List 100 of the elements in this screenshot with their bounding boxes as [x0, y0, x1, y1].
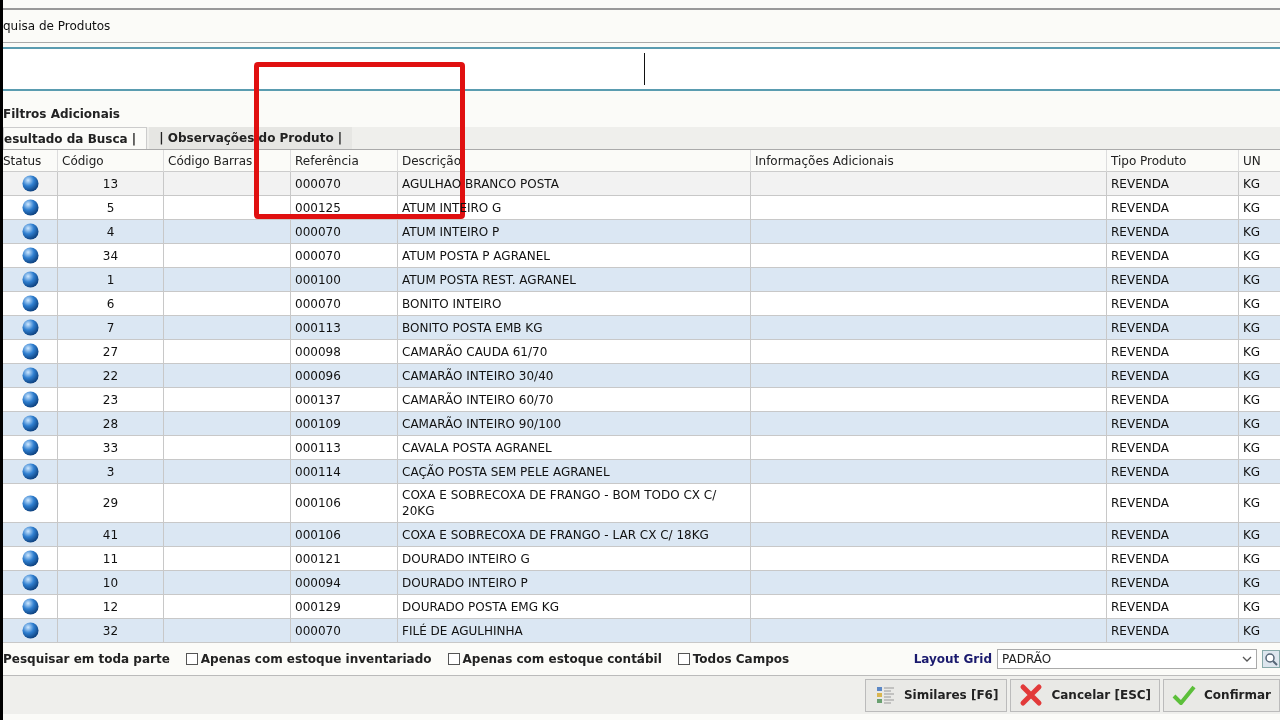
- table-cell: REVENDA: [1111, 272, 1169, 287]
- table-cell: KG: [1243, 176, 1261, 191]
- table-row[interactable]: 10 000094 DOURADO INTEIRO P REVENDA KG: [3, 571, 1280, 595]
- globe-icon: [21, 319, 39, 336]
- table-cell: CAVALA POSTA AGRANEL: [402, 439, 552, 456]
- layout-dropdown[interactable]: PADRÃO: [997, 649, 1257, 669]
- table-cell: 32: [102, 623, 119, 638]
- checkbox-label[interactable]: Apenas com estoque contábil: [462, 652, 662, 666]
- table-cell: REVENDA: [1111, 496, 1169, 510]
- checkbox-label[interactable]: Todos Campos: [692, 652, 790, 666]
- table-cell: 000113: [295, 320, 341, 335]
- table-cell: KG: [1243, 464, 1261, 479]
- column-header[interactable]: UN: [1238, 150, 1280, 172]
- table-cell: DOURADO INTEIRO P: [402, 574, 528, 591]
- table-row[interactable]: 33 000113 CAVALA POSTA AGRANEL REVENDA KG: [3, 436, 1280, 460]
- confirm-button[interactable]: Confirmar: [1163, 678, 1280, 712]
- table-row[interactable]: 4 000070 ATUM INTEIRO P REVENDA KG: [3, 220, 1280, 244]
- table-cell: 000070: [295, 248, 341, 263]
- table-cell: KG: [1243, 368, 1261, 383]
- column-header[interactable]: Código Barras: [163, 150, 290, 172]
- table-cell: REVENDA: [1111, 551, 1169, 566]
- table-cell: 000070: [295, 176, 341, 191]
- globe-icon: [21, 223, 39, 240]
- globe-icon: [21, 526, 39, 543]
- table-cell: CAMARÃO INTEIRO 60/70: [402, 391, 554, 408]
- table-cell: REVENDA: [1111, 368, 1169, 383]
- table-cell: 6: [106, 296, 115, 311]
- close-icon: [1019, 683, 1044, 707]
- table-cell: 23: [102, 392, 119, 407]
- checkbox[interactable]: [185, 653, 198, 665]
- table-cell: KG: [1243, 527, 1261, 542]
- table-cell: REVENDA: [1111, 392, 1169, 407]
- table-cell: 10: [102, 575, 119, 590]
- table-row[interactable]: 29 000106 COXA E SOBRECOXA DE FRANGO - BOM TODO CX C/ 20KG REVENDA KG: [3, 484, 1280, 523]
- table-row[interactable]: 41 000106 COXA E SOBRECOXA DE FRANGO - LAR CX C/ 18KG REVENDA KG: [3, 523, 1280, 547]
- tab[interactable]: esultado da Busca |: [3, 127, 148, 149]
- checkbox[interactable]: [677, 653, 690, 665]
- table-cell: REVENDA: [1111, 344, 1169, 359]
- checkbox-label[interactable]: Apenas com estoque inventariado: [200, 652, 432, 666]
- table-cell: 000070: [295, 296, 341, 311]
- table-cell: 1: [106, 272, 115, 287]
- table-row[interactable]: 11 000121 DOURADO INTEIRO G REVENDA KG: [3, 547, 1280, 571]
- table-cell: 000106: [295, 527, 341, 542]
- table-cell-text: COXA E SOBRECOXA DE FRANGO - BOM TODO CX C/ 20KG: [402, 487, 718, 519]
- table-cell: COXA E SOBRECOXA DE FRANGO - LAR CX C/ 18KG: [402, 526, 709, 543]
- table-row[interactable]: 6 000070 BONITO INTEIRO REVENDA KG: [3, 292, 1280, 316]
- table-cell: REVENDA: [1111, 200, 1169, 215]
- table-row[interactable]: 7 000113 BONITO POSTA EMB KG REVENDA KG: [3, 316, 1280, 340]
- table-cell: 000109: [295, 416, 341, 431]
- table-cell: KG: [1243, 296, 1261, 311]
- table-row[interactable]: 3 000114 CAÇÃO POSTA SEM PELE AGRANEL REVENDA KG: [3, 460, 1280, 484]
- table-cell: 000137: [295, 392, 341, 407]
- table-cell: 3: [106, 464, 115, 479]
- table-cell: REVENDA: [1111, 575, 1169, 590]
- table-cell: KG: [1243, 575, 1261, 590]
- table-cell: 000098: [295, 344, 341, 359]
- column-header[interactable]: Informações Adicionais: [750, 150, 1106, 172]
- table-cell: 12: [102, 599, 119, 614]
- table-row[interactable]: 1 000100 ATUM POSTA REST. AGRANEL REVENDA KG: [3, 268, 1280, 292]
- search-field[interactable]: [3, 47, 1280, 91]
- table-cell: 5: [106, 200, 115, 215]
- table-cell: REVENDA: [1111, 599, 1169, 614]
- filters-label[interactable]: Filtros Adicionais: [3, 107, 120, 121]
- table-cell: REVENDA: [1111, 296, 1169, 311]
- globe-icon: [21, 271, 39, 288]
- globe-icon: [21, 391, 39, 408]
- column-header[interactable]: Tipo Produto: [1106, 150, 1238, 172]
- table-cell: KG: [1243, 344, 1261, 359]
- cancel-button[interactable]: Cancelar [ESC]: [1010, 678, 1161, 712]
- table-row[interactable]: 22 000096 CAMARÃO INTEIRO 30/40 REVENDA KG: [3, 364, 1280, 388]
- table-cell: REVENDA: [1111, 248, 1169, 263]
- table-cell: KG: [1243, 623, 1261, 638]
- table-row[interactable]: 32 000070 FILÉ DE AGULHINHA REVENDA KG: [3, 619, 1280, 643]
- table-cell: FILÉ DE AGULHINHA: [402, 622, 523, 639]
- window-title: quisa de Produtos: [3, 19, 111, 33]
- globe-icon: [21, 622, 39, 639]
- table-cell: REVENDA: [1111, 464, 1169, 479]
- globe-icon: [21, 367, 39, 384]
- table-cell: CAMARÃO INTEIRO 30/40: [402, 367, 554, 384]
- table-row[interactable]: 23 000137 CAMARÃO INTEIRO 60/70 REVENDA KG: [3, 388, 1280, 412]
- table-cell: 000121: [295, 551, 341, 566]
- similar-button[interactable]: Similares [F6]: [864, 678, 1008, 712]
- column-header[interactable]: Código: [57, 150, 163, 172]
- search-icon[interactable]: [1262, 650, 1280, 668]
- tab[interactable]: | Observações do Produto |: [149, 127, 353, 149]
- column-header[interactable]: Referência: [290, 150, 397, 172]
- table-cell: REVENDA: [1111, 176, 1169, 191]
- table-cell: 28: [102, 416, 119, 431]
- table-row[interactable]: 34 000070 ATUM POSTA P AGRANEL REVENDA KG: [3, 244, 1280, 268]
- checkbox[interactable]: [447, 653, 460, 665]
- table-cell: KG: [1243, 248, 1261, 263]
- table-cell: REVENDA: [1111, 623, 1169, 638]
- table-cell: KG: [1243, 272, 1261, 287]
- table-row[interactable]: 27 000098 CAMARÃO CAUDA 61/70 REVENDA KG: [3, 340, 1280, 364]
- column-header[interactable]: Descrição: [397, 150, 750, 172]
- table-row[interactable]: 28 000109 CAMARÃO INTEIRO 90/100 REVENDA KG: [3, 412, 1280, 436]
- table-cell: 11: [102, 551, 119, 566]
- table-row[interactable]: 12 000129 DOURADO POSTA EMG KG REVENDA KG: [3, 595, 1280, 619]
- table-cell: 22: [102, 368, 119, 383]
- table-cell: KG: [1243, 551, 1261, 566]
